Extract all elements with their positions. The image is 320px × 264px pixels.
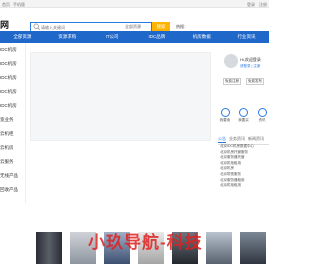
nav-item-idc-brand[interactable]: IDC品牌: [134, 31, 179, 43]
quick-sell[interactable]: 我要卖: [218, 108, 232, 123]
free-register-button[interactable]: 免费注册: [223, 78, 241, 85]
sidebar-item[interactable]: 云服务: [0, 155, 25, 169]
cart-icon: [239, 108, 248, 117]
sidebar-item[interactable]: 云机柜: [0, 127, 25, 141]
news-item[interactable]: 北京机柜租用: [220, 183, 269, 189]
sidebar-item[interactable]: IDC机房: [0, 85, 25, 99]
search-icon: [33, 23, 41, 31]
sidebar-item[interactable]: 宽业务: [0, 113, 25, 127]
top-bar: 首页 手机版 登录 注册: [0, 0, 269, 8]
product-thumb[interactable]: [240, 232, 266, 264]
quick-icons: 我要卖 我要买 资讯: [218, 108, 269, 123]
sidebar-item[interactable]: 云机房: [0, 141, 25, 155]
tab-notice[interactable]: 公告: [218, 136, 226, 143]
hot-search-label: 热搜：: [176, 24, 188, 29]
quick-sell-label: 我要卖: [219, 118, 231, 122]
quick-news-label: 资讯: [258, 118, 266, 122]
watermark-text: 小玖导航-科技: [88, 233, 203, 252]
news-list: 北京IDC机房数据中心 北京机房托管服务 北京服务器托管 北京机柜租用 北京机房…: [220, 144, 269, 189]
nav-item-purchase[interactable]: 资源求购: [45, 31, 90, 43]
site-logo[interactable]: 网: [0, 18, 9, 31]
nav-item-datacenter[interactable]: 机房数据: [179, 31, 224, 43]
search-category-select[interactable]: 全部资源: [125, 24, 141, 30]
nav-item-it-company[interactable]: IT公司: [90, 31, 135, 43]
sidebar-item[interactable]: 回收产品: [0, 183, 25, 197]
news-icon: [257, 108, 267, 117]
login-register-link[interactable]: 请登录 | 注册: [240, 64, 260, 69]
quick-news[interactable]: 资讯: [255, 108, 269, 123]
tab-business-news[interactable]: 业务资讯: [229, 136, 245, 143]
shop-icon: [220, 108, 230, 117]
quick-buy-label: 我要买: [238, 118, 249, 122]
user-card: Hi,欢迎登录 请登录 | 注册 免费注册 免费发布: [218, 50, 269, 140]
free-publish-button[interactable]: 免费发布: [246, 78, 264, 85]
quick-buy[interactable]: 我要买: [237, 108, 251, 123]
sidebar-item[interactable]: 无线产品: [0, 169, 25, 183]
main-nav: 全部资源 资源求购 IT公司 IDC品牌 机房数据 行业资讯: [0, 31, 269, 43]
sidebar-item[interactable]: IDC机房: [0, 99, 25, 113]
tab-news[interactable]: 新闻资讯: [248, 136, 264, 143]
nav-item-all-resources[interactable]: 全部资源: [0, 31, 45, 43]
search-input[interactable]: [41, 23, 121, 31]
sidebar-item[interactable]: IDC机房: [0, 71, 25, 85]
product-thumb[interactable]: [36, 232, 62, 264]
category-sidebar: IDC机房 IDC机房 IDC机房 IDC机房 IDC机房 宽业务 云机柜 云机…: [0, 43, 26, 203]
sidebar-item[interactable]: IDC机房: [0, 43, 25, 57]
sidebar-item[interactable]: IDC机房: [0, 57, 25, 71]
nav-item-industry-news[interactable]: 行业资讯: [224, 31, 269, 43]
avatar: [224, 54, 238, 68]
product-thumb[interactable]: [206, 232, 232, 264]
greeting-text: Hi,欢迎登录: [240, 57, 261, 62]
main-banner[interactable]: [30, 52, 211, 141]
